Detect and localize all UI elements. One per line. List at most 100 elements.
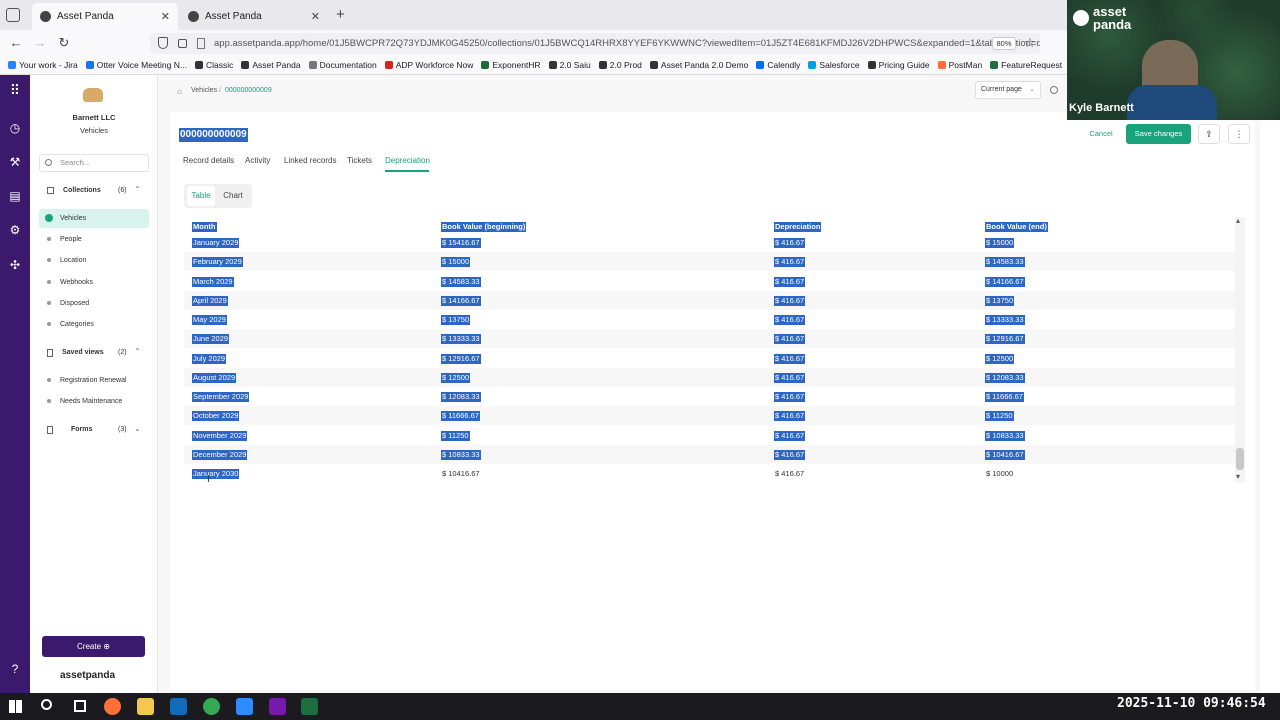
- search-icon[interactable]: [41, 699, 52, 710]
- save-changes-button[interactable]: Save changes: [1126, 124, 1191, 144]
- bookmark-item[interactable]: Calendly: [756, 60, 800, 70]
- forms-header[interactable]: Forms: [71, 426, 92, 433]
- more-options-icon[interactable]: ⋮: [1228, 124, 1250, 144]
- new-tab-button[interactable]: +: [336, 6, 345, 23]
- integrations-icon[interactable]: ✣: [8, 258, 22, 272]
- bookmark-item[interactable]: Salesforce: [808, 60, 860, 70]
- sidebar-item-webhooks[interactable]: Webhooks: [39, 273, 149, 292]
- tab-depreciation[interactable]: Depreciation: [385, 156, 430, 165]
- excel-icon[interactable]: [301, 698, 318, 715]
- clock-icon[interactable]: ◷: [8, 121, 22, 135]
- bookmark-star-icon[interactable]: ☆: [1024, 35, 1036, 51]
- saved-view-item[interactable]: Registration Renewal: [39, 371, 149, 390]
- record-title[interactable]: 000000000009: [179, 128, 248, 142]
- column-header[interactable]: Month: [192, 222, 217, 232]
- table-row[interactable]: April 2029 $ 14166.67 $ 416.67 $ 13750: [184, 290, 1239, 310]
- table-row[interactable]: January 2029 $ 15416.67 $ 416.67 $ 15000: [184, 233, 1239, 252]
- chevron-up-icon[interactable]: ⌃: [134, 347, 141, 356]
- bookmark-item[interactable]: PostMan: [937, 60, 982, 70]
- wrench-icon[interactable]: ⚒: [8, 155, 22, 169]
- table-row[interactable]: January 2030 $ 10416.67 $ 416.67 $ 10000: [184, 464, 1239, 483]
- table-row[interactable]: July 2029 $ 12916.67 $ 416.67 $ 12500: [184, 349, 1239, 368]
- tab-list-icon[interactable]: [6, 8, 20, 22]
- table-row[interactable]: December 2029 $ 10833.33 $ 416.67 $ 10416.6…: [184, 444, 1239, 464]
- sidebar-item-location[interactable]: Location: [39, 251, 149, 270]
- column-header[interactable]: Book Value (beginning): [441, 222, 527, 232]
- bookmark-item[interactable]: Documentation: [308, 60, 377, 70]
- reload-icon[interactable]: ↻: [55, 34, 73, 52]
- bookmark-item[interactable]: FeatureRequest: [990, 60, 1062, 70]
- lock-icon[interactable]: [178, 39, 187, 48]
- table-row[interactable]: March 2029 $ 14583.33 $ 416.67 $ 14166.67: [184, 272, 1239, 291]
- reports-icon[interactable]: ▤: [8, 189, 22, 203]
- outlook-icon[interactable]: [170, 698, 187, 715]
- bookmark-item[interactable]: Classic: [194, 60, 233, 70]
- column-header[interactable]: Depreciation: [774, 222, 822, 232]
- table-row[interactable]: August 2029 $ 12500 $ 416.67 $ 12083.33: [184, 367, 1239, 387]
- sidebar-search-input[interactable]: Search...: [39, 154, 149, 172]
- browser-tab-2[interactable]: Asset Panda ✕: [180, 3, 328, 30]
- tab-activity[interactable]: Activity: [245, 156, 270, 165]
- breadcrumb-root[interactable]: Vehicles: [191, 87, 217, 94]
- scrollbar-thumb[interactable]: [1236, 448, 1244, 470]
- settings-gear-icon[interactable]: ⚙: [8, 223, 22, 237]
- close-tab-icon[interactable]: ✕: [161, 10, 170, 23]
- task-view-icon[interactable]: [74, 700, 86, 712]
- bookmark-item[interactable]: Asset Panda: [241, 60, 301, 70]
- search-icon[interactable]: [1050, 86, 1058, 94]
- table-row[interactable]: February 2029 $ 15000 $ 416.67 $ 14583.33: [184, 252, 1239, 272]
- collections-header[interactable]: Collections: [63, 187, 101, 194]
- scrollbar-track[interactable]: [1235, 217, 1245, 483]
- scroll-up-icon[interactable]: ▴: [1236, 216, 1240, 225]
- sidebar-item-disposed[interactable]: Disposed: [39, 294, 149, 313]
- table-row[interactable]: October 2029 $ 11666.67 $ 416.67 $ 11250: [184, 406, 1239, 426]
- file-explorer-icon[interactable]: [137, 698, 154, 715]
- windows-start-icon[interactable]: [9, 700, 22, 713]
- scroll-down-icon[interactable]: ▾: [1236, 472, 1240, 481]
- zoom-level[interactable]: 80%: [992, 37, 1016, 50]
- address-bar[interactable]: app.assetpanda.app/home/01J5BWCPR72Q73YD…: [150, 33, 1040, 54]
- shield-icon[interactable]: [158, 37, 168, 49]
- table-row[interactable]: November 2029 $ 11250 $ 416.67 $ 10833.33: [184, 426, 1239, 445]
- browser-tab-1[interactable]: Asset Panda ✕: [32, 3, 178, 30]
- tab-linked-records[interactable]: Linked records: [284, 156, 336, 165]
- cancel-button[interactable]: Cancel: [1085, 124, 1117, 144]
- chevron-up-icon[interactable]: ⌃: [134, 185, 141, 194]
- create-button[interactable]: Create ⊕: [42, 636, 145, 657]
- view-select[interactable]: Current page ⌄: [975, 81, 1041, 99]
- chrome-icon[interactable]: [203, 698, 220, 715]
- firefox-icon[interactable]: [104, 698, 121, 715]
- column-header[interactable]: Book Value (end): [985, 222, 1048, 232]
- share-icon[interactable]: ⇪: [1198, 124, 1220, 144]
- breadcrumb-current[interactable]: 000000000009: [225, 87, 272, 94]
- bookmark-item[interactable]: ExponentHR: [481, 60, 541, 70]
- sidebar-item-categories[interactable]: Categories: [39, 315, 149, 334]
- back-arrow-icon[interactable]: ←: [7, 34, 25, 52]
- sidebar-item-people[interactable]: People: [39, 230, 149, 249]
- saved-view-item[interactable]: Needs Maintenance: [39, 392, 149, 411]
- tab-record-details[interactable]: Record details: [183, 156, 234, 165]
- help-icon[interactable]: ?: [8, 662, 22, 676]
- bookmark-item[interactable]: 2.0 Saiu: [548, 60, 591, 70]
- bookmark-item[interactable]: ADP Workforce Now: [384, 60, 473, 70]
- bookmark-item[interactable]: Pricing Guide: [867, 60, 930, 70]
- zoom-icon[interactable]: [236, 698, 253, 715]
- sidebar-item-vehicles[interactable]: Vehicles: [39, 209, 149, 228]
- table-row[interactable]: June 2029 $ 13333.33 $ 416.67 $ 12916.67: [184, 329, 1239, 349]
- home-icon[interactable]: ⌂: [177, 87, 182, 96]
- table-row[interactable]: September 2029 $ 12083.33 $ 416.67 $ 11666.…: [184, 387, 1239, 406]
- chart-view-button[interactable]: Chart: [218, 186, 248, 206]
- bookmark-item[interactable]: 2.0 Prod: [598, 60, 642, 70]
- bookmark-item[interactable]: Your work - Jira: [8, 60, 78, 70]
- table-view-button[interactable]: Table: [187, 186, 215, 206]
- tab-tickets[interactable]: Tickets: [347, 156, 372, 165]
- apps-grid-icon[interactable]: ⠿: [8, 83, 22, 97]
- saved-views-header[interactable]: Saved views: [62, 349, 104, 356]
- onenote-icon[interactable]: [269, 698, 286, 715]
- chevron-down-icon[interactable]: ⌄: [134, 424, 141, 433]
- table-row[interactable]: May 2029 $ 13750 $ 416.67 $ 13333.33: [184, 310, 1239, 329]
- bookmark-item[interactable]: Asset Panda 2.0 Demo: [649, 60, 748, 70]
- bookmark-item[interactable]: Otter Voice Meeting N...: [85, 60, 187, 70]
- close-tab-icon[interactable]: ✕: [311, 10, 320, 23]
- forward-arrow-icon[interactable]: →: [31, 34, 49, 52]
